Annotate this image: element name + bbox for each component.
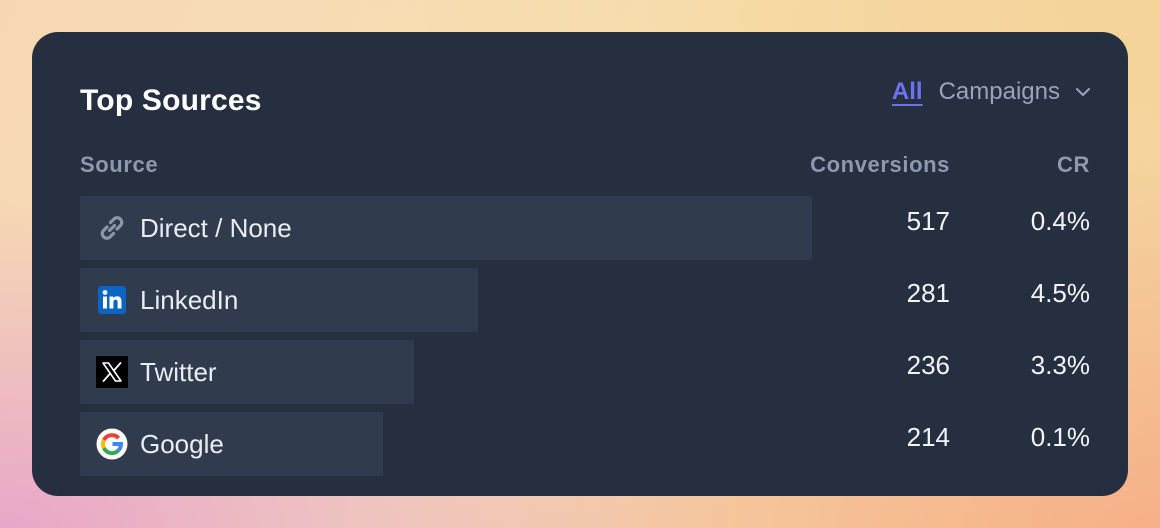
- source-label: Twitter: [140, 356, 217, 387]
- table-row[interactable]: Direct / None 517 0.4%: [80, 196, 1090, 260]
- conversions-value: 214: [906, 422, 950, 452]
- row-source: LinkedIn: [96, 268, 238, 332]
- row-source: Twitter: [96, 340, 217, 404]
- top-sources-card: Top Sources All Campaigns Source Convers…: [32, 32, 1128, 496]
- row-source: Google: [96, 412, 224, 476]
- column-header-source[interactable]: Source: [80, 152, 158, 178]
- linkedin-icon: [96, 284, 128, 316]
- column-header-cr[interactable]: CR: [1057, 152, 1090, 178]
- conversions-value: 517: [906, 206, 950, 236]
- row-source: Direct / None: [96, 196, 292, 260]
- column-header-conversions[interactable]: Conversions: [810, 152, 950, 178]
- chevron-down-icon: [1076, 88, 1090, 96]
- table-row[interactable]: Google 214 0.1%: [80, 412, 1090, 476]
- filter-all-tab[interactable]: All: [892, 78, 923, 106]
- filter-campaigns-dropdown[interactable]: Campaigns: [939, 78, 1092, 106]
- cr-value: 3.3%: [1030, 350, 1090, 380]
- table-row[interactable]: Twitter 236 3.3%: [80, 340, 1090, 404]
- filter-group: All Campaigns: [892, 78, 1092, 106]
- cr-value: 0.4%: [1030, 206, 1090, 236]
- source-label: Direct / None: [140, 212, 292, 243]
- x-twitter-icon: [96, 356, 128, 388]
- cr-value: 0.1%: [1030, 422, 1090, 452]
- link-icon: [96, 212, 128, 244]
- cr-value: 4.5%: [1030, 278, 1090, 308]
- google-icon: [96, 428, 128, 460]
- source-label: LinkedIn: [140, 284, 239, 315]
- table-row[interactable]: LinkedIn 281 4.5%: [80, 268, 1090, 332]
- source-label: Google: [140, 428, 224, 459]
- conversions-value: 281: [906, 278, 950, 308]
- card-title: Top Sources: [80, 84, 262, 117]
- filter-campaigns-label: Campaigns: [938, 78, 1060, 105]
- conversions-value: 236: [906, 350, 950, 380]
